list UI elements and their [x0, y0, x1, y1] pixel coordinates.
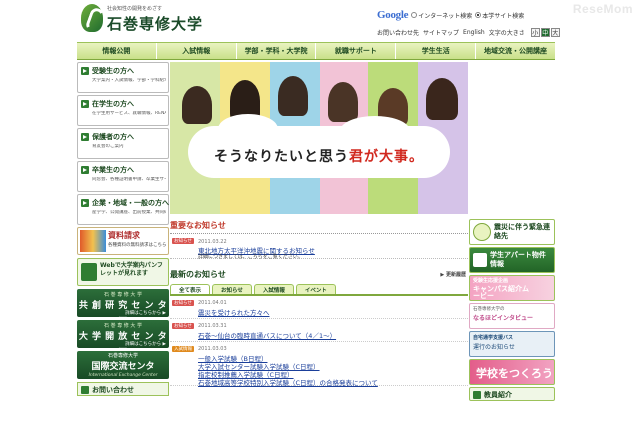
nav-career[interactable]: 就職サポート: [316, 43, 397, 59]
search-options: Google インターネット検索 本学サイト検索: [377, 8, 555, 22]
news-link[interactable]: 震災を受けられた方々へ: [198, 307, 270, 317]
arrow-icon: [81, 386, 89, 394]
sidebar: 受験生の方へ大学案内・入試情報、学部・学科紹介など 在学生の方へ在学生用サービス…: [77, 62, 169, 396]
banner-interview[interactable]: 石巻専修大学の なるほどインタビュー: [469, 303, 555, 329]
right-banners: 震災に伴う緊急連絡先 学生アパート物件情報 受験生応援企画 キャンパス紹介ムービー…: [469, 219, 555, 403]
font-large-button[interactable]: 大: [550, 28, 560, 37]
news-desc: 詳細につきましては、こちらをご覧ください。: [198, 254, 303, 260]
link-sitemap[interactable]: サイトマップ: [423, 28, 459, 37]
banner-faculty[interactable]: 教員紹介: [469, 387, 555, 401]
banner-open-center[interactable]: 石 巻 専 修 大 学大 学 開 放 セ ン タ ー詳細はこちらから ▶: [77, 320, 169, 348]
radio-icon[interactable]: [411, 12, 418, 18]
watermark: ReseMom: [572, 2, 633, 16]
nav-admissions[interactable]: 入試情報: [157, 43, 237, 59]
student-photo: [328, 82, 358, 122]
banner-campus-movie[interactable]: 受験生応援企画 キャンパス紹介ムービー: [469, 275, 555, 301]
school-name: 石巻専修大学: [107, 15, 204, 33]
house-icon: [473, 253, 487, 267]
header: 社会知性の開発をめざす 石巻専修大学 Google インターネット検索 本学サイ…: [77, 0, 560, 40]
arrow-icon: [81, 199, 89, 207]
news-date: 2011.03.03: [198, 346, 227, 352]
link-contact[interactable]: お問い合わせ先: [377, 28, 419, 37]
news-link[interactable]: 石巻～仙台の臨時直通バスについて（4／1～）: [198, 330, 336, 340]
arrow-icon: [81, 100, 89, 108]
page: ReseMom 社会知性の開発をめざす 石巻専修大学 Google インターネッ…: [77, 0, 632, 426]
tab-notices[interactable]: お知らせ: [212, 284, 252, 294]
latest-heading: 最新のお知らせ ▶ 更新履歴: [170, 270, 466, 279]
arrow-icon: [81, 67, 89, 75]
font-size-label: 文字の大きさ: [488, 30, 525, 37]
important-heading: 重要なお知らせ: [170, 220, 468, 234]
global-nav: 情報公開 入試情報 学部・学科・大学院 就職サポート 学生生活 地域交流・公開講…: [77, 42, 555, 60]
sidebar-item-community[interactable]: 企業・地域・一般の方へ産学学、公開講座、出前授業、共同研究ほか: [77, 194, 169, 225]
sidebar-contact[interactable]: お問い合わせ: [77, 382, 169, 396]
main-content: 重要なお知らせ お知らせ 2011.03.22 東北地方太平洋沖地震に関するお知…: [170, 220, 468, 387]
logo-mark-icon: [81, 4, 103, 32]
news-link[interactable]: 石巻地域高等学校特別入学試験（C日程）の合格発表について: [198, 377, 378, 387]
arrow-icon: [81, 133, 89, 141]
banner-build-school[interactable]: 学校をつくろう: [469, 359, 555, 385]
sidebar-item-parents[interactable]: 保護者の方へ 育友会のご案内: [77, 128, 169, 159]
logo-tagline: 社会知性の開発をめざす: [107, 6, 163, 12]
banner-emergency-contact[interactable]: 震災に伴う緊急連絡先: [469, 219, 555, 245]
tab-admissions[interactable]: 入試情報: [253, 284, 294, 294]
important-item: お知らせ 2011.03.22 東北地方太平洋沖地震に関するお知らせ 詳細につき…: [170, 237, 468, 260]
brochure-image: [80, 230, 106, 252]
banner-international-center[interactable]: 石巻専修大学 国際交流センタ International Exchange Cent…: [77, 351, 169, 379]
utility-links: お問い合わせ先 サイトマップ English 文字の大きさ 小 中 大: [377, 28, 560, 37]
news-item: 入試情報 2011.03.03 一般入学試験（B日程） 大学入試センター試験入学…: [170, 342, 468, 387]
news-date: 2011.04.01: [198, 300, 227, 306]
sidebar-item-students[interactable]: 在学生の方へ在学生用サービス、就職情報、RENANDX など: [77, 95, 169, 126]
student-photo: [426, 78, 458, 120]
hero-image: そうなりたいと思う君が大事。: [170, 62, 468, 214]
banner-document-request[interactable]: 資料請求 各種資料の無料請求はこちら: [77, 227, 169, 255]
banner-web-pamphlet[interactable]: Webで大学案内パンフレットが見れます: [77, 258, 169, 286]
emergency-icon: [473, 223, 491, 241]
banner-student-apartments[interactable]: 学生アパート物件情報: [469, 247, 555, 273]
banner-research-center[interactable]: 石 巻 専 修 大 学共 創 研 究 セ ン タ ー詳細はこちらから ▶: [77, 289, 169, 317]
nav-community[interactable]: 地域交流・公開講座: [476, 43, 555, 59]
student-photo: [278, 76, 308, 116]
font-medium-button[interactable]: 中: [540, 28, 550, 37]
arrow-icon: [81, 166, 89, 174]
tab-all[interactable]: 全て表示: [170, 284, 211, 294]
news-tabs: 全て表示 お知らせ 入試情報 イベント: [170, 284, 468, 296]
news-tag: お知らせ: [172, 300, 194, 306]
tab-events[interactable]: イベント: [295, 284, 336, 294]
sidebar-item-applicants[interactable]: 受験生の方へ大学案内・入試情報、学部・学科紹介など: [77, 62, 169, 93]
hero-catchphrase: そうなりたいと思う君が大事。: [214, 149, 424, 165]
font-small-button[interactable]: 小: [530, 28, 540, 37]
nav-student-life[interactable]: 学生生活: [396, 43, 477, 59]
arrow-icon: [473, 391, 481, 399]
google-logo: Google: [377, 9, 409, 21]
student-photo: [182, 86, 212, 124]
nav-faculties[interactable]: 学部・学科・大学院: [237, 43, 317, 59]
search-option-site[interactable]: 本学サイト検索: [475, 11, 524, 20]
sidebar-item-alumni[interactable]: 卒業生の方へ同窓会、各種証明書申請、卒業生サービスなど: [77, 161, 169, 192]
archive-link[interactable]: ▶ 更新履歴: [440, 271, 466, 278]
nav-disclosure[interactable]: 情報公開: [77, 43, 157, 59]
news-tag: お知らせ: [172, 238, 194, 244]
radio-selected-icon[interactable]: [475, 12, 482, 18]
news-item: お知らせ 2011.03.31 石巻～仙台の臨時直通バスについて（4／1～）: [170, 319, 468, 342]
news-tag: お知らせ: [172, 323, 194, 329]
link-english[interactable]: English: [463, 29, 485, 36]
search-option-internet[interactable]: インターネット検索: [411, 11, 472, 20]
news-date: 2011.03.31: [198, 323, 227, 329]
font-size-buttons: 小 中 大: [530, 28, 560, 37]
logo[interactable]: 社会知性の開発をめざす 石巻専修大学: [79, 3, 219, 35]
pamphlet-icon: [81, 263, 97, 281]
news-tag: 入試情報: [172, 346, 194, 352]
news-item: お知らせ 2011.04.01 震災を受けられた方々へ: [170, 296, 468, 319]
banner-commute-bus[interactable]: 自宅通学支援バス 運行のお知らせ: [469, 331, 555, 357]
